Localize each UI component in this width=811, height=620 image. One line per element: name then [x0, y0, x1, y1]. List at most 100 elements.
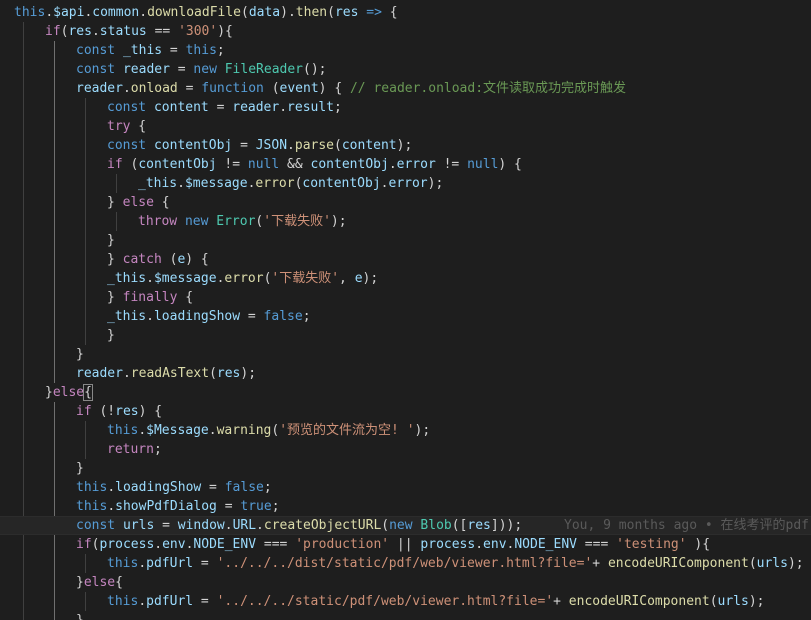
- code-line[interactable]: } else {: [0, 193, 811, 212]
- code-line[interactable]: const _this = this;: [0, 41, 811, 60]
- code-text: this.loadingShow = false;: [76, 478, 272, 497]
- code-line[interactable]: this.pdfUrl = '../../../dist/static/pdf/…: [0, 554, 811, 573]
- code-token: null: [247, 157, 280, 172]
- code-token: if: [76, 404, 92, 419]
- code-token: this: [107, 556, 139, 571]
- code-token: this: [76, 480, 108, 495]
- code-token: reader: [76, 366, 123, 381]
- code-token: else: [52, 385, 85, 400]
- code-token: res: [334, 5, 359, 20]
- code-token: this: [14, 5, 46, 20]
- code-token: readAsText: [130, 366, 210, 381]
- code-line[interactable]: } catch (e) {: [0, 250, 811, 269]
- code-token: res: [216, 366, 241, 381]
- code-line[interactable]: } finally {: [0, 288, 811, 307]
- code-line[interactable]: }: [0, 459, 811, 478]
- code-line[interactable]: try {: [0, 117, 811, 136]
- code-token: ==: [146, 24, 179, 39]
- code-token: _this: [122, 43, 163, 58]
- code-line[interactable]: this.$Message.warning('预览的文件流为空! ');: [0, 421, 811, 440]
- code-line[interactable]: const reader = new FileReader();: [0, 60, 811, 79]
- code-line[interactable]: if(process.env.NODE_ENV === 'production'…: [0, 535, 811, 554]
- code-token: error: [388, 176, 428, 191]
- code-line[interactable]: _this.$message.error('下载失败', e);: [0, 269, 811, 288]
- code-line[interactable]: _this.loadingShow = false;: [0, 307, 811, 326]
- code-line[interactable]: this.loadingShow = false;: [0, 478, 811, 497]
- code-text: } else {: [107, 193, 170, 212]
- code-token: else: [122, 195, 154, 210]
- code-line[interactable]: if (!res) {: [0, 402, 811, 421]
- code-line[interactable]: throw new Error('下载失败');: [0, 212, 811, 231]
- code-text: reader.onload = function (event) { // re…: [76, 79, 626, 98]
- code-line[interactable]: reader.onload = function (event) { // re…: [0, 79, 811, 98]
- code-line[interactable]: if(res.status == '300'){: [0, 22, 811, 41]
- code-text: this.pdfUrl = '../../../dist/static/pdf/…: [107, 554, 804, 573]
- code-token: }: [76, 575, 84, 590]
- code-token: else: [83, 575, 116, 590]
- code-token: .: [224, 518, 233, 533]
- code-token: +: [553, 594, 569, 609]
- code-token: .: [91, 24, 100, 39]
- code-token: );: [362, 271, 379, 286]
- code-line[interactable]: }: [0, 231, 811, 250]
- code-token: (: [709, 594, 718, 609]
- code-token: createObjectURL: [263, 518, 382, 533]
- code-token: .: [122, 366, 131, 381]
- code-token: }: [76, 461, 84, 476]
- code-line[interactable]: _this.$message.error(contentObj.error);: [0, 174, 811, 193]
- code-token: const: [76, 518, 116, 533]
- code-line[interactable]: reader.readAsText(res);: [0, 364, 811, 383]
- code-token: then: [295, 5, 328, 20]
- code-line[interactable]: }else{: [0, 383, 811, 402]
- code-token: +: [592, 556, 608, 571]
- code-token: }: [45, 385, 53, 400]
- code-text: } catch (e) {: [107, 250, 209, 269]
- code-line[interactable]: this.showPdfDialog = true;: [0, 497, 811, 516]
- code-token: ) {: [498, 157, 522, 172]
- code-token: =>: [366, 5, 382, 20]
- code-line[interactable]: }else{: [0, 573, 811, 592]
- code-token: ) {: [138, 404, 163, 419]
- code-token: }: [107, 290, 123, 305]
- code-token: new: [389, 518, 413, 533]
- code-token: '../../../dist/static/pdf/web/viewer.htm…: [216, 556, 593, 571]
- code-line[interactable]: this.$api.common.downloadFile(data).then…: [0, 3, 811, 22]
- code-line[interactable]: const urls = window.URL.createObjectURL(…: [0, 516, 811, 535]
- code-token: env: [162, 537, 186, 552]
- code-token: null: [467, 157, 499, 172]
- code-text: return;: [107, 440, 162, 459]
- code-token: reader: [122, 62, 170, 77]
- code-token: function: [201, 81, 264, 96]
- code-token: res: [467, 518, 491, 533]
- code-token: );: [414, 423, 431, 438]
- code-token: .: [139, 5, 148, 20]
- code-token: result: [287, 100, 335, 115]
- code-token: $api: [53, 5, 85, 20]
- code-line[interactable]: }: [0, 326, 811, 345]
- code-token: =: [232, 138, 256, 153]
- code-token: Error: [216, 214, 256, 229]
- code-token: );: [240, 366, 257, 381]
- code-token: pdfUrl: [146, 594, 194, 609]
- code-line[interactable]: }: [0, 345, 811, 364]
- code-line[interactable]: const content = reader.result;: [0, 98, 811, 117]
- code-token: ) {: [185, 252, 209, 267]
- code-line[interactable]: }: [0, 611, 811, 620]
- code-editor[interactable]: this.$api.common.downloadFile(data).then…: [0, 0, 811, 620]
- code-token: parse: [294, 138, 335, 153]
- code-text: }else{: [45, 383, 93, 402]
- code-line[interactable]: return;: [0, 440, 811, 459]
- code-line[interactable]: if (contentObj != null && contentObj.err…: [0, 155, 811, 174]
- code-token: if: [45, 24, 61, 39]
- code-line[interactable]: const contentObj = JSON.parse(content);: [0, 136, 811, 155]
- code-token: =: [193, 594, 217, 609]
- code-text: }: [76, 459, 84, 478]
- code-line[interactable]: this.pdfUrl = '../../../static/pdf/web/v…: [0, 592, 811, 611]
- code-token: =: [201, 480, 225, 495]
- code-token: content: [153, 100, 209, 115]
- code-token: ,: [339, 271, 355, 286]
- code-token: =: [177, 81, 202, 96]
- code-token: contentObj: [153, 138, 233, 153]
